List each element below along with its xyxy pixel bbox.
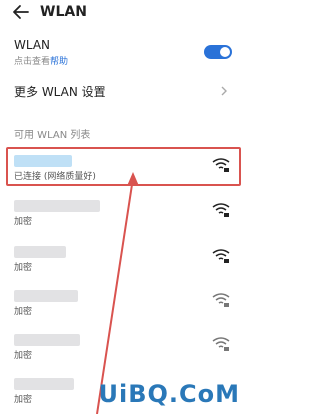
wlan-settings-screen: WLAN WLAN 点击查看帮助 更多 WLAN 设置 可用 WLAN 列表 已…	[0, 0, 250, 414]
network-item[interactable]: 加密	[0, 328, 250, 368]
network-status: 加密	[14, 351, 33, 361]
wifi-locked-icon	[212, 249, 230, 263]
network-name-redacted	[14, 334, 80, 346]
network-status: 加密	[14, 307, 33, 317]
wlan-toggle-switch[interactable]	[204, 45, 232, 59]
network-name-redacted	[14, 200, 100, 212]
network-status: 加密	[14, 263, 33, 273]
more-wlan-settings-row[interactable]: 更多 WLAN 设置	[0, 78, 250, 104]
help-hint-text: 点击查看	[14, 57, 51, 67]
wifi-locked-icon	[212, 337, 230, 351]
network-name-redacted	[14, 290, 78, 302]
network-name-redacted	[14, 378, 74, 390]
back-arrow-icon[interactable]	[12, 4, 30, 20]
network-item[interactable]: 加密	[0, 284, 250, 324]
wifi-locked-icon	[212, 203, 230, 217]
wlan-toggle-row: WLAN 点击查看帮助	[0, 36, 250, 72]
network-item[interactable]: 加密	[0, 240, 250, 280]
toggle-knob	[220, 47, 230, 57]
network-status: 加密	[14, 395, 33, 405]
chevron-right-icon	[221, 86, 227, 96]
wlan-toggle-label: WLAN	[14, 38, 51, 52]
wifi-locked-icon	[212, 293, 230, 307]
available-networks-header: 可用 WLAN 列表	[14, 130, 91, 141]
network-name-redacted	[14, 246, 66, 258]
watermark-text: UiBQ.CoM	[98, 380, 240, 408]
network-item[interactable]: 加密	[0, 194, 250, 234]
page-title: WLAN	[40, 4, 87, 20]
network-status: 加密	[14, 217, 33, 227]
more-wlan-settings-label: 更多 WLAN 设置	[14, 85, 106, 99]
wlan-help-hint: 点击查看帮助	[14, 54, 68, 67]
top-bar: WLAN	[0, 0, 250, 28]
connected-network-highlight-box	[6, 147, 241, 186]
help-link[interactable]: 帮助	[50, 57, 68, 67]
